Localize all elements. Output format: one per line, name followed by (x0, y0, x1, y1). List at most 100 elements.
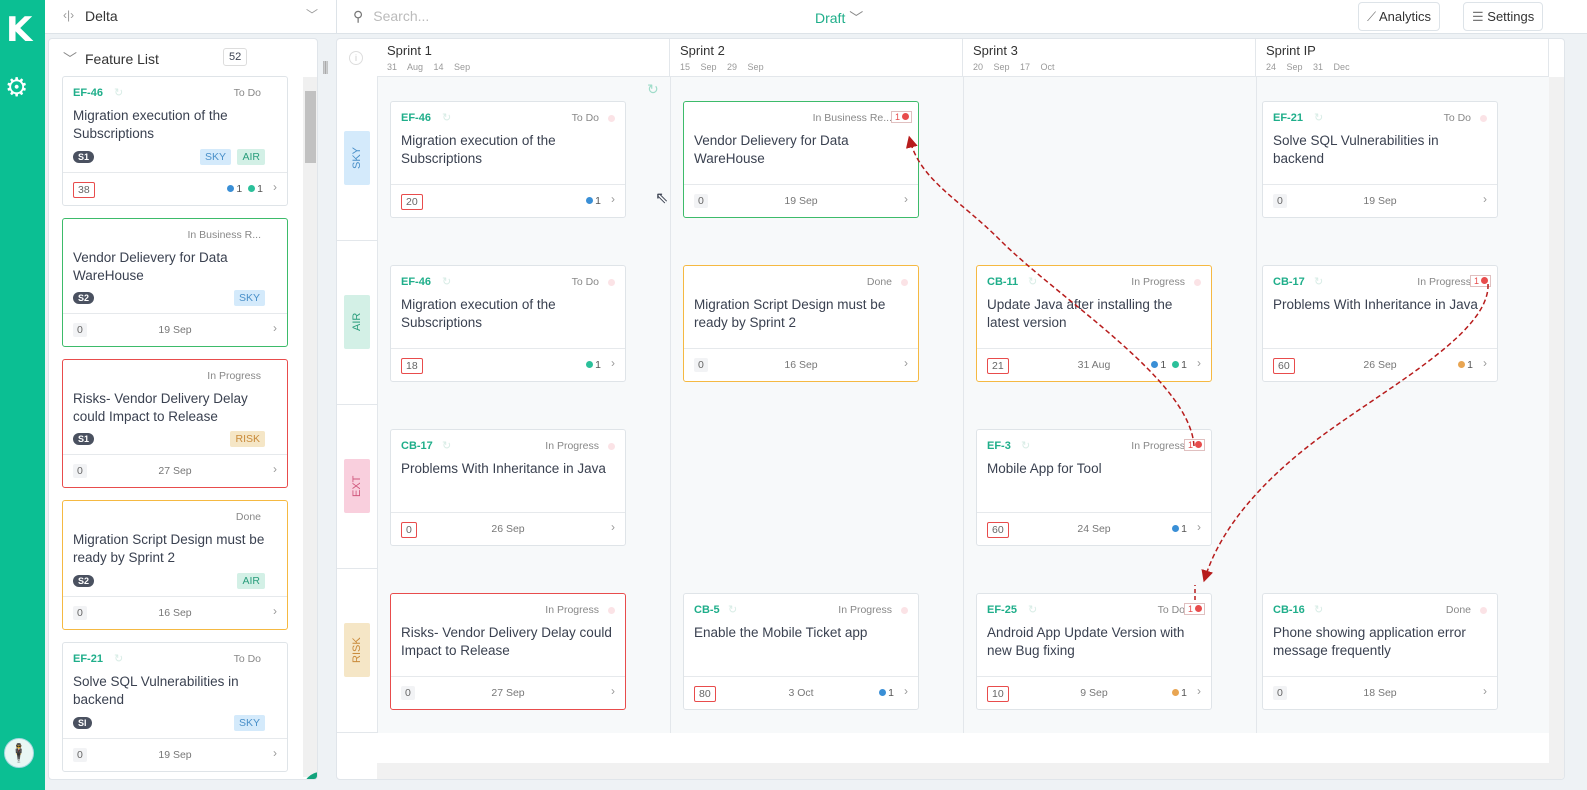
status-label: To Do (233, 87, 261, 99)
status-label: In Progress (1417, 276, 1471, 288)
feature-card[interactable]: CB-17 ↻ In Progress Problems With Inheritan… (390, 429, 626, 546)
chevron-right-icon[interactable]: › (1483, 192, 1487, 206)
status-dot-icon (608, 607, 615, 614)
board-cell[interactable] (1256, 405, 1549, 569)
feature-card[interactable]: EF-46 ↻ To Do Migration execution of the Su… (62, 76, 288, 206)
lane-label[interactable]: EXT (344, 459, 370, 513)
mode-dropdown[interactable]: Draft ﹀ (815, 8, 863, 28)
resize-handle[interactable]: ||| (322, 58, 329, 74)
sprint-start: 24 Sep (1266, 62, 1303, 72)
search-input[interactable]: ⚲ Search... (353, 8, 439, 25)
feature-card[interactable]: Done Migration Script Design must be read… (683, 265, 919, 382)
feature-card[interactable]: In Progress Risks- Vendor Delivery Delay … (62, 359, 288, 488)
feature-id[interactable]: CB-17 (401, 440, 433, 452)
chevron-right-icon[interactable]: › (273, 462, 277, 476)
info-icon[interactable]: i (349, 51, 363, 65)
project-selector[interactable]: ‹|› Delta ﹀ (45, 0, 337, 34)
dot-icon (879, 689, 887, 696)
feature-id[interactable]: CB-11 (987, 276, 1018, 288)
feature-card[interactable]: CB-5 ↻ In Progress Enable the Mobile Ticket… (683, 593, 919, 710)
feature-card[interactable]: CB-16 ↻ Done Phone showing application erro… (1262, 593, 1498, 710)
app-logo[interactable]: K (6, 10, 32, 50)
board-cell[interactable] (670, 405, 963, 569)
feature-id[interactable]: EF-21 (1273, 112, 1303, 124)
feature-card[interactable]: In Progress Risks- Vendor Delivery Delay … (390, 593, 626, 710)
feature-card[interactable]: EF-21 ↻ To Do Solve SQL Vulnerabilities in … (62, 642, 288, 772)
settings-button[interactable]: ☰ Settings (1463, 2, 1544, 31)
chevron-right-icon[interactable]: › (611, 684, 615, 698)
chevron-right-icon[interactable]: › (273, 321, 277, 335)
card-footer: 80 3 Oct 1 › (684, 676, 918, 709)
sprint-badge: S2 (73, 575, 95, 587)
feature-id[interactable]: EF-21 (73, 653, 103, 665)
feature-id[interactable]: CB-17 (1273, 276, 1305, 288)
card-footer: 0 18 Sep › (1263, 676, 1497, 709)
dot-icon (1172, 525, 1180, 532)
sprint-name: Sprint 3 (973, 43, 1018, 58)
dependency-badge[interactable]: 1 (890, 111, 912, 123)
dependency-badge[interactable]: 1 (1183, 439, 1205, 451)
gear-icon[interactable]: ⚙ (5, 72, 28, 103)
sprint-name: Sprint 1 (387, 43, 432, 58)
chevron-right-icon[interactable]: › (1483, 684, 1487, 698)
dot-count: 1 (1181, 687, 1187, 699)
feature-list-header[interactable]: ﹀ Feature List (63, 49, 159, 69)
feature-card[interactable]: EF-21 ↻ To Do Solve SQL Vulnerabilities in … (1262, 101, 1498, 218)
board-cell[interactable] (963, 77, 1256, 241)
chevron-right-icon[interactable]: › (1197, 520, 1201, 534)
feature-title: Problems With Inheritance in Java (1273, 297, 1478, 312)
chevron-right-icon[interactable]: › (1197, 684, 1201, 698)
avatar[interactable]: 🕴 (4, 738, 34, 768)
chevron-right-icon[interactable]: › (1483, 356, 1487, 370)
dependency-counts: 1 (580, 359, 601, 371)
mode-label: Draft (815, 10, 846, 26)
chevron-right-icon[interactable]: › (611, 192, 615, 206)
due-date: 16 Sep (158, 607, 192, 619)
chevron-right-icon[interactable]: › (904, 684, 908, 698)
chevron-right-icon[interactable]: › (611, 520, 615, 534)
chevron-right-icon[interactable]: › (904, 192, 908, 206)
feature-card[interactable]: CB-17 ↻ In Progress 1 Problems With Inherita… (1262, 265, 1498, 382)
dependency-badge[interactable]: 1 (1183, 603, 1205, 615)
feature-title: Migration execution of the Subscriptions (401, 297, 556, 330)
card-footer: 0 27 Sep › (63, 454, 287, 487)
feature-card[interactable]: In Business Re... 1 Vendor Delievery for D… (683, 101, 919, 218)
status-label: Done (235, 511, 261, 523)
top-bar: ‹|› Delta ﹀ ⚲ Search... Draft ﹀ ⟋ Analyti… (45, 0, 1587, 34)
dependency-badge[interactable]: 1 (1469, 275, 1491, 287)
feature-card[interactable]: EF-25 ↻ To Do 1 Android App Update Version w… (976, 593, 1212, 710)
feature-card[interactable]: EF-46 ↻ To Do Migration execution of the Su… (390, 101, 626, 218)
sprint-end: 14 Sep (433, 62, 471, 72)
analytics-button[interactable]: ⟋ Analytics (1358, 2, 1441, 31)
feature-card[interactable]: Done Migration Script Design must be read… (62, 500, 288, 630)
feature-id[interactable]: EF-46 (401, 276, 431, 288)
code-icon: ‹|› (63, 8, 75, 22)
lane-label[interactable]: RISK (344, 623, 370, 677)
chevron-right-icon[interactable]: › (273, 604, 277, 618)
board-horizontal-scrollbar[interactable] (377, 763, 1549, 779)
scroll-thumb[interactable] (305, 91, 316, 163)
feature-id[interactable]: CB-5 (694, 604, 720, 616)
board-vertical-scrollbar[interactable] (1549, 77, 1564, 779)
lane-label[interactable]: AIR (344, 295, 370, 349)
feature-card[interactable]: CB-11 ↻ In Progress Update Java after insta… (976, 265, 1212, 382)
feature-id[interactable]: CB-16 (1273, 604, 1305, 616)
chevron-right-icon[interactable]: › (904, 356, 908, 370)
team-tag: SKY (233, 290, 265, 306)
chevron-right-icon[interactable]: › (1197, 356, 1201, 370)
feature-card[interactable]: EF-3 ↻ In Progress 1 Mobile App for Tool 60 24… (976, 429, 1212, 546)
feature-id[interactable]: EF-46 (401, 112, 431, 124)
feature-card[interactable]: In Business R... Vendor Delievery for Dat… (62, 218, 288, 347)
feature-id[interactable]: EF-3 (987, 440, 1011, 452)
lane-label[interactable]: SKY (344, 131, 370, 185)
feature-id[interactable]: EF-25 (987, 604, 1017, 616)
sync-icon[interactable]: ↻ (647, 81, 659, 98)
feature-card[interactable]: EF-46 ↻ To Do Migration execution of the Su… (390, 265, 626, 382)
team-tag: SKY (233, 715, 265, 731)
chevron-right-icon[interactable]: › (273, 180, 277, 194)
sidebar-scrollbar[interactable] (303, 77, 317, 777)
sprint-header: Sprint 2 15 Sep 29 Sep (670, 39, 963, 77)
chevron-right-icon[interactable]: › (611, 356, 615, 370)
feature-id[interactable]: EF-46 (73, 87, 103, 99)
chevron-right-icon[interactable]: › (273, 746, 277, 760)
